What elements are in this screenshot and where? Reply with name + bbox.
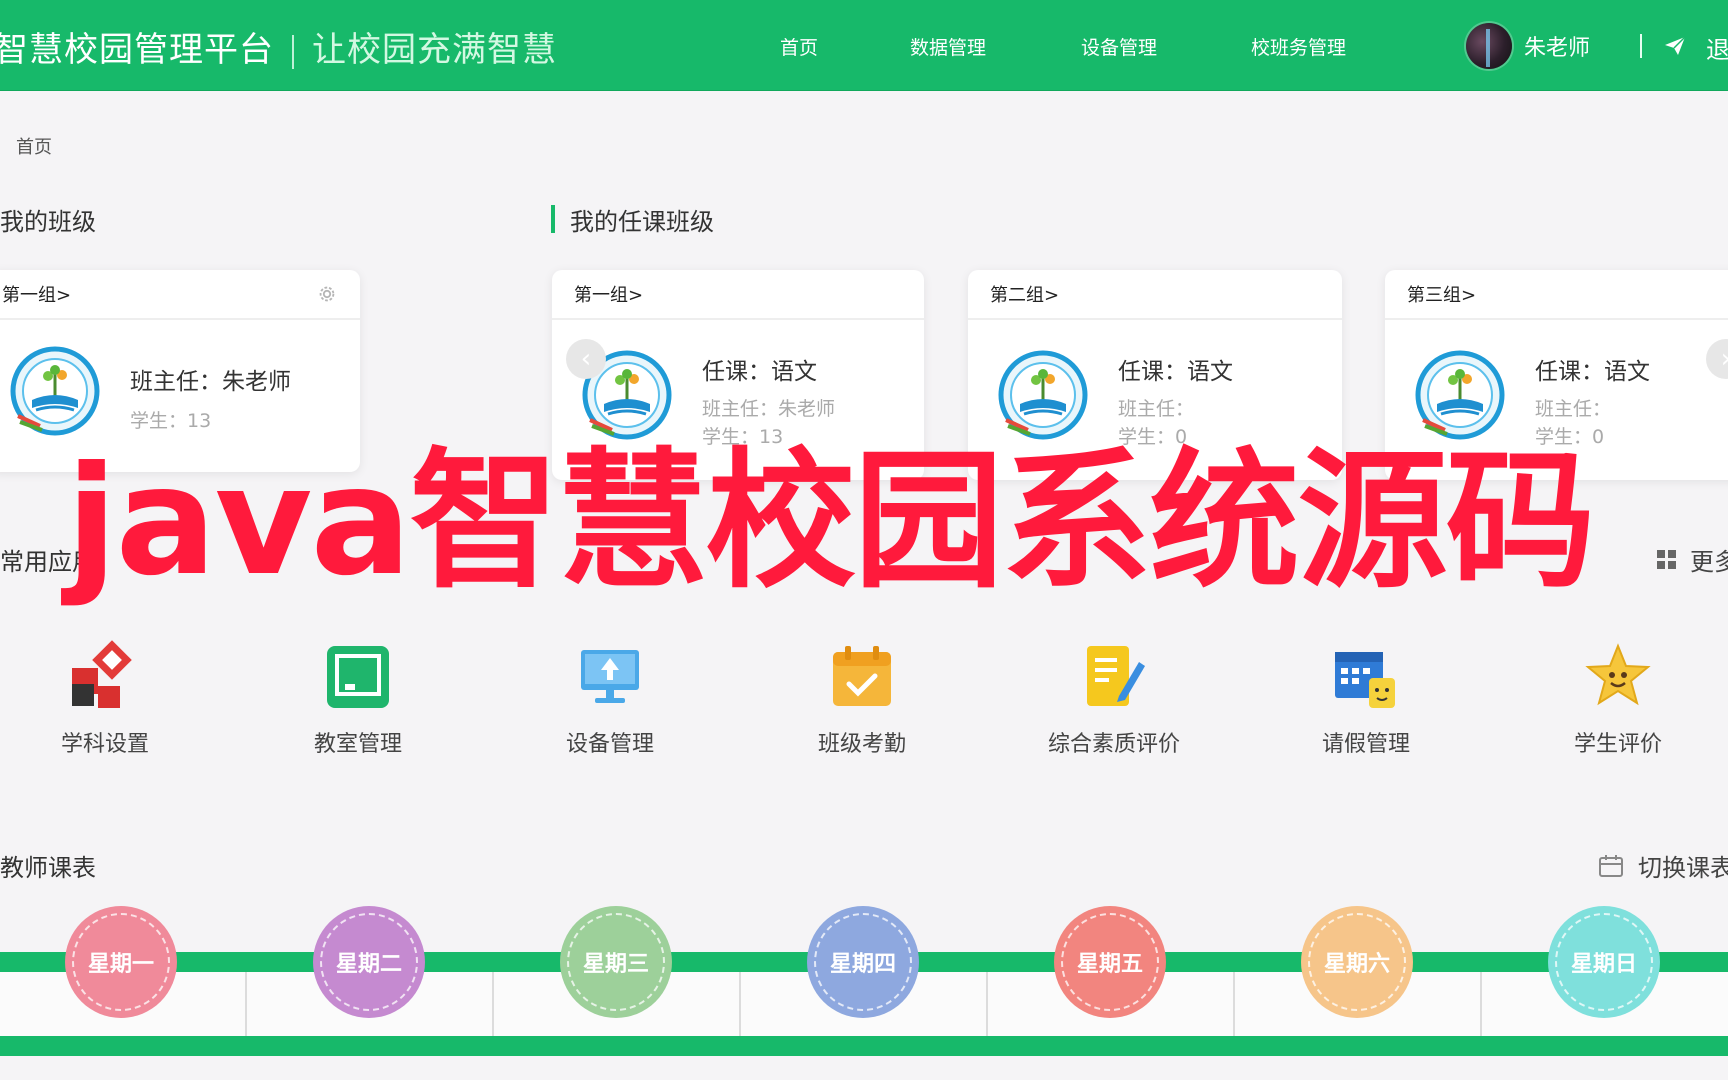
day-badge-tuesday[interactable]: 星期二: [313, 906, 425, 1018]
leave-calendar-icon: [1335, 652, 1395, 708]
day-label[interactable]: 星期五: [1077, 946, 1143, 978]
app-class-attendance[interactable]: 班级考勤: [762, 640, 962, 758]
subject-text: 任课：语文: [1535, 359, 1650, 385]
app-student-evaluation[interactable]: 学生评价: [1518, 640, 1718, 758]
classroom-icon: [327, 646, 389, 708]
teaching-classes-title: 我的任课班级: [570, 208, 714, 236]
app-label[interactable]: 教室管理: [258, 726, 458, 758]
app-label[interactable]: 请假管理: [1266, 726, 1466, 758]
card-group-label[interactable]: 第二组>: [990, 281, 1059, 307]
timetable-column-divider: [986, 972, 988, 1036]
student-count-text: 学生：13: [130, 410, 212, 432]
my-class-title: 我的班级: [0, 208, 96, 236]
calendar-icon[interactable]: [1598, 854, 1624, 878]
timetable-title: 教师课表: [0, 854, 96, 882]
day-label[interactable]: 星期二: [336, 946, 402, 978]
nav-home[interactable]: 首页: [780, 33, 818, 60]
timetable-column-divider: [739, 972, 741, 1036]
app-classroom-management[interactable]: 教室管理: [258, 640, 458, 758]
school-logo-icon: [1415, 350, 1505, 440]
app-label[interactable]: 综合素质评价: [1014, 726, 1214, 758]
nav-device-management[interactable]: 设备管理: [1081, 33, 1157, 60]
brand-divider: [292, 34, 294, 69]
app-subject-settings[interactable]: 学科设置: [5, 640, 205, 758]
switch-timetable-button[interactable]: 切换课表: [1598, 848, 1728, 883]
brand: 智慧校园管理平台 让校园充满智慧: [0, 22, 557, 71]
card-group-link[interactable]: 第一组>: [0, 270, 360, 320]
app-leave-management[interactable]: 请假管理: [1266, 640, 1466, 758]
user-name[interactable]: 朱老师: [1524, 30, 1590, 62]
head-teacher-text: 班主任：: [1118, 398, 1195, 420]
star-face-icon: [1585, 643, 1651, 706]
day-label[interactable]: 星期日: [1571, 946, 1637, 978]
more-apps-link[interactable]: 更多: [1656, 542, 1728, 577]
card-group-label[interactable]: 第一组>: [2, 281, 71, 307]
day-label[interactable]: 星期三: [583, 946, 649, 978]
nav-class-affairs[interactable]: 校班务管理: [1251, 33, 1346, 60]
day-badge-sunday[interactable]: 星期日: [1548, 906, 1660, 1018]
user-menu[interactable]: 朱老师: [1466, 22, 1590, 70]
day-badge-monday[interactable]: 星期一: [65, 906, 177, 1018]
monitor-upload-icon: [581, 650, 639, 703]
gear-icon[interactable]: [316, 283, 338, 305]
card-group-link[interactable]: 第一组>: [552, 270, 924, 320]
calendar-check-icon: [833, 646, 891, 706]
timetable-column-divider: [492, 972, 494, 1036]
head-teacher-text: 班主任：朱老师: [130, 369, 291, 395]
timetable-bottom-bar: [0, 1036, 1728, 1056]
card-group-label[interactable]: 第三组>: [1407, 281, 1476, 307]
day-label[interactable]: 星期一: [88, 946, 154, 978]
card-group-link[interactable]: 第三组>: [1385, 270, 1728, 320]
subject-settings-icon: [72, 640, 132, 708]
carousel-prev-button[interactable]: ‹: [566, 339, 606, 379]
head-teacher-text: 班主任：朱老师: [702, 398, 836, 420]
app-slogan: 让校园充满智慧: [312, 30, 557, 70]
header-divider: [1640, 34, 1642, 58]
app-label[interactable]: 班级考勤: [762, 726, 962, 758]
nav-data-management[interactable]: 数据管理: [910, 33, 986, 60]
day-label[interactable]: 星期四: [830, 946, 896, 978]
app-device-management[interactable]: 设备管理: [510, 640, 710, 758]
head-teacher-text: 班主任：: [1535, 398, 1612, 420]
day-badge-friday[interactable]: 星期五: [1054, 906, 1166, 1018]
breadcrumb[interactable]: 首页: [16, 133, 52, 159]
timetable-column-divider: [1480, 972, 1482, 1036]
timetable-column-divider: [1233, 972, 1235, 1036]
app-title: 智慧校园管理平台: [0, 30, 274, 70]
subject-text: 任课：语文: [702, 359, 817, 385]
subject-text: 任课：语文: [1118, 359, 1233, 385]
grid-icon[interactable]: [1656, 549, 1678, 571]
school-logo-icon: [10, 346, 100, 436]
day-label[interactable]: 星期六: [1324, 946, 1390, 978]
card-group-label[interactable]: 第一组>: [574, 281, 643, 307]
more-label[interactable]: 更多: [1690, 542, 1728, 577]
watermark-text: java智慧校园系统源码: [66, 435, 1596, 609]
switch-timetable-label[interactable]: 切换课表: [1638, 848, 1728, 883]
section-accent-bar: [551, 205, 555, 233]
day-badge-thursday[interactable]: 星期四: [807, 906, 919, 1018]
day-badge-saturday[interactable]: 星期六: [1301, 906, 1413, 1018]
send-icon[interactable]: [1664, 36, 1686, 56]
timetable-column-divider: [245, 972, 247, 1036]
card-group-link[interactable]: 第二组>: [968, 270, 1342, 320]
app-label[interactable]: 学科设置: [5, 726, 205, 758]
school-logo-icon: [998, 350, 1088, 440]
logout-button[interactable]: 退: [1706, 30, 1728, 65]
app-label[interactable]: 学生评价: [1518, 726, 1718, 758]
day-badge-wednesday[interactable]: 星期三: [560, 906, 672, 1018]
top-navigation-bar: 智慧校园管理平台 让校园充满智慧 首页 数据管理 设备管理 校班务管理 朱老师 退: [0, 0, 1728, 91]
app-quality-evaluation[interactable]: 综合素质评价: [1014, 640, 1214, 758]
document-edit-icon: [1087, 646, 1145, 706]
avatar[interactable]: [1466, 23, 1512, 69]
app-label[interactable]: 设备管理: [510, 726, 710, 758]
